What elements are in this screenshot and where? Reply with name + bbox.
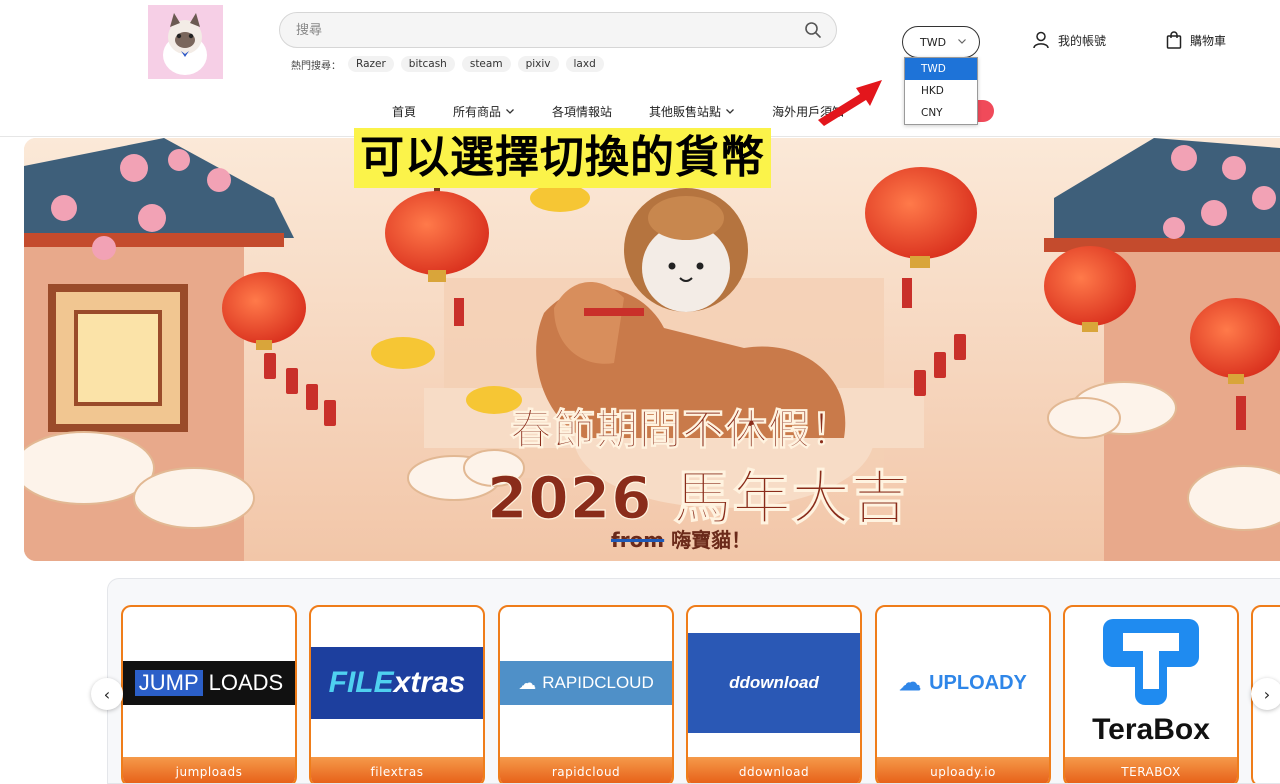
- currency-dropdown: TWD HKD CNY: [904, 57, 978, 125]
- banner-brand: 嗨寶貓！: [671, 528, 752, 552]
- nav-item-label: 其他販售站點: [649, 104, 722, 119]
- main-nav: 首頁 所有商品 各項情報站 其他販售站點 海外用戶須知: [392, 101, 881, 121]
- carousel-next-button[interactable]: ›: [1251, 678, 1280, 710]
- product-image: TeraBox: [1065, 607, 1237, 759]
- banner-headline: 春節期間不休假！: [509, 405, 855, 455]
- hot-search-tag[interactable]: steam: [461, 56, 511, 72]
- product-logo-text: ddownload: [729, 673, 819, 692]
- cloud-upload-icon: ☁: [899, 670, 922, 695]
- user-icon: [1033, 31, 1049, 49]
- product-card-filextras[interactable]: FILE xtras filextras: [309, 605, 485, 783]
- account-label: 我的帳號: [1058, 33, 1107, 48]
- hot-search-tag[interactable]: bitcash: [400, 56, 455, 72]
- banner-title: 2026 馬年大吉: [486, 463, 910, 532]
- site-header: 熱門搜尋： Razer bitcash steam pixiv laxd TWD…: [0, 0, 1280, 137]
- hot-search-tag[interactable]: pixiv: [517, 56, 559, 72]
- nav-item-label: 各項情報站: [552, 104, 613, 119]
- product-name: TERABOX: [1065, 757, 1237, 783]
- product-image: FILE xtras: [311, 607, 483, 759]
- product-image: ☁ RAPIDCLOUD: [500, 607, 672, 759]
- product-image: JUMP LOADS: [123, 607, 295, 759]
- annotation-label: 可以選擇切換的貨幣: [354, 128, 771, 188]
- search-icon[interactable]: [804, 21, 822, 39]
- chevron-down-icon: [506, 109, 514, 114]
- product-name: uploady.io: [877, 757, 1049, 783]
- cart-label: 購物車: [1190, 33, 1227, 48]
- chevron-down-icon: [726, 109, 735, 114]
- nav-highlight-pill: [978, 100, 994, 122]
- product-image: ☁ UPLOADY: [877, 607, 1049, 759]
- product-name: ddownload: [688, 757, 860, 783]
- product-card-uploady[interactable]: ☁ UPLOADY uploady.io: [875, 605, 1051, 783]
- nav-item-other-stores[interactable]: 其他販售站點: [649, 103, 735, 120]
- product-logo-text: FILE: [328, 666, 394, 699]
- nav-item-label: 首頁: [392, 104, 417, 119]
- product-name: filextras: [311, 757, 483, 783]
- product-logo-text: xtras: [393, 666, 466, 699]
- annotation-arrow-icon: [818, 80, 882, 126]
- shopping-bag-icon: [1166, 31, 1182, 49]
- nav-item-label: 所有商品: [453, 104, 502, 119]
- site-logo[interactable]: [148, 5, 223, 79]
- chevron-right-icon: ›: [1263, 684, 1271, 704]
- product-card-jumploads[interactable]: JUMP LOADS jumploads: [121, 605, 297, 783]
- hot-search-label: 熱門搜尋：: [291, 60, 341, 72]
- product-name: jumploads: [123, 757, 295, 783]
- nav-item-all-products[interactable]: 所有商品: [453, 103, 515, 120]
- chevron-down-icon: [958, 39, 966, 44]
- currency-option-hkd[interactable]: HKD: [905, 80, 977, 102]
- hot-search-bar: 熱門搜尋： Razer bitcash steam pixiv laxd: [291, 55, 604, 73]
- currency-selected-value: TWD: [920, 35, 947, 49]
- currency-option-cny[interactable]: CNY: [905, 102, 977, 124]
- nav-item-home[interactable]: 首頁: [392, 103, 416, 120]
- cart-link[interactable]: 購物車: [1166, 31, 1226, 49]
- banner-from: from: [611, 528, 665, 552]
- product-logo-text: JUMP: [134, 670, 203, 696]
- nav-item-info[interactable]: 各項情報站: [552, 103, 612, 120]
- product-logo-text: TeraBox: [1092, 713, 1210, 746]
- search-input[interactable]: [296, 13, 796, 47]
- hot-search-tag[interactable]: Razer: [348, 56, 394, 72]
- hot-search-tag[interactable]: laxd: [565, 56, 604, 72]
- product-card-ddownload[interactable]: ddownload ddownload: [686, 605, 862, 783]
- currency-select[interactable]: TWD: [902, 26, 980, 58]
- cloud-icon: ☁: [518, 672, 537, 693]
- banner-signature: from 嗨寶貓！: [611, 524, 751, 553]
- carousel-prev-button[interactable]: ‹: [91, 678, 123, 710]
- hero-banner[interactable]: 春節期間不休假！ 2026 馬年大吉 from 嗨寶貓！: [24, 138, 1280, 561]
- product-card-rapidcloud[interactable]: ☁ RAPIDCLOUD rapidcloud: [498, 605, 674, 783]
- product-carousel: JUMP LOADS jumploads FILE xtras filextra…: [107, 578, 1280, 784]
- product-name: rapidcloud: [500, 757, 672, 783]
- product-logo-text: UPLOADY: [929, 671, 1027, 694]
- search-box: [279, 12, 837, 48]
- product-image: ddownload: [688, 607, 860, 759]
- my-account-link[interactable]: 我的帳號: [1032, 31, 1106, 49]
- currency-option-twd[interactable]: TWD: [905, 58, 977, 80]
- product-logo-text: RAPIDCLOUD: [542, 673, 654, 692]
- product-logo-text: LOADS: [208, 670, 284, 695]
- terabox-logo-icon: [1103, 619, 1199, 705]
- product-card-terabox[interactable]: TeraBox TERABOX: [1063, 605, 1239, 783]
- chevron-left-icon: ‹: [103, 684, 111, 704]
